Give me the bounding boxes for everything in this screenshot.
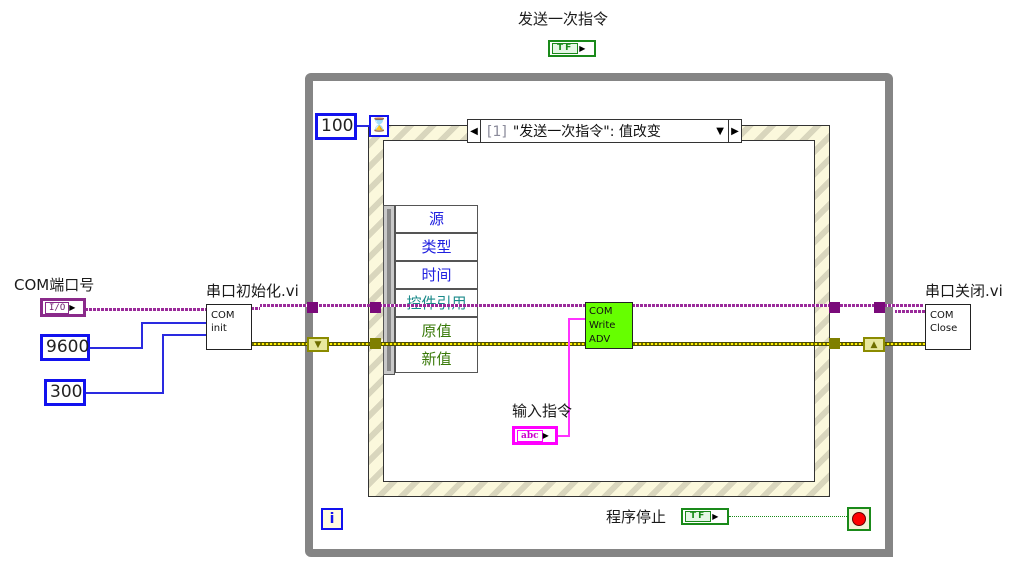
shift-register-left[interactable]: ▼ — [307, 337, 329, 352]
tf-indicator: TF — [552, 43, 579, 54]
event-tunnel-error-out — [829, 338, 840, 349]
event-tunnel-visa-in — [370, 302, 381, 313]
visa-wire — [86, 308, 206, 311]
shift-register-right[interactable]: ▲ — [863, 337, 885, 352]
com-port-control[interactable]: I/O ▶ — [40, 298, 86, 317]
input-command-control[interactable]: abc ▶ — [512, 426, 558, 445]
send-once-label: 发送一次指令 — [518, 10, 609, 28]
input-command-label: 输入指令 — [512, 402, 573, 420]
event-case-selector[interactable]: ◀ [1] "发送一次指令": 值改变 ▼ ▶ — [467, 119, 742, 143]
visa-wire — [895, 310, 925, 313]
iteration-terminal: i — [321, 508, 343, 530]
init-vi-label: 串口初始化.vi — [206, 282, 299, 300]
baud-wire — [90, 347, 142, 349]
timeout-constant[interactable]: 100 — [315, 113, 357, 140]
node-item-type[interactable]: 类型 — [395, 233, 478, 261]
node-item-ctlref[interactable]: 控件引用 — [395, 289, 478, 317]
baud-rate-constant[interactable]: 9600 — [40, 334, 90, 361]
loop-tunnel-visa-out — [874, 302, 885, 313]
close-vi-label: 串口关闭.vi — [925, 282, 1003, 300]
vi-line: init — [211, 323, 227, 334]
timeout-300-constant[interactable]: 300 — [44, 379, 86, 406]
case-index: [1] — [487, 124, 507, 140]
event-data-node: 源 类型 时间 控件引用 原值 新值 — [383, 205, 478, 375]
event-tunnel-error-in — [370, 338, 381, 349]
case-name: "发送一次指令": 值改变 — [512, 124, 661, 140]
case-label: [1] "发送一次指令": 值改变 — [481, 121, 716, 141]
send-once-boolean-control[interactable]: TF ▶ — [548, 40, 596, 57]
com-close-vi[interactable]: COM Close — [925, 304, 971, 350]
timeout-wire-300 — [86, 392, 163, 394]
vi-line: COM — [589, 306, 613, 317]
string-wire — [568, 318, 585, 320]
com-write-adv-vi[interactable]: COM Write ADV — [585, 302, 633, 349]
node-item-newval[interactable]: 新值 — [395, 345, 478, 373]
baud-wire-h — [141, 322, 206, 324]
event-tunnel-visa-out — [829, 302, 840, 313]
vi-line: COM — [211, 310, 235, 321]
node-item-oldval[interactable]: 原值 — [395, 317, 478, 345]
hourglass-icon: ⌛ — [369, 115, 389, 137]
prev-case-icon[interactable]: ◀ — [468, 120, 481, 142]
timeout-wire-h — [162, 334, 206, 336]
vi-line: Write — [589, 320, 616, 331]
string-indicator: abc — [517, 429, 543, 442]
dropdown-icon[interactable]: ▼ — [716, 126, 724, 137]
node-item-source[interactable]: 源 — [395, 205, 478, 233]
output-arrow-icon: ▶ — [542, 431, 549, 440]
timeout-wire-v — [162, 334, 164, 394]
stop-boolean-control[interactable]: TF ▶ — [681, 508, 729, 525]
visa-wire — [252, 307, 260, 310]
node-resize-bar[interactable] — [383, 205, 395, 375]
stop-sign-icon[interactable] — [847, 507, 871, 531]
vi-line: COM — [930, 310, 954, 321]
node-item-time[interactable]: 时间 — [395, 261, 478, 289]
vi-line: ADV — [589, 334, 611, 345]
com-init-vi[interactable]: COM init — [206, 304, 252, 350]
boolean-wire — [729, 516, 847, 517]
loop-tunnel-visa-in — [307, 302, 318, 313]
error-wire — [252, 342, 585, 346]
next-case-icon[interactable]: ▶ — [728, 120, 741, 142]
output-arrow-icon: ▶ — [69, 303, 76, 312]
vi-line: Close — [930, 323, 958, 334]
output-arrow-icon: ▶ — [712, 512, 719, 521]
baud-wire-v — [141, 322, 143, 349]
tf-indicator: TF — [685, 511, 712, 522]
com-port-label: COM端口号 — [14, 276, 95, 294]
stop-label: 程序停止 — [606, 508, 667, 526]
output-arrow-icon: ▶ — [579, 44, 586, 53]
io-indicator: I/O — [45, 301, 70, 314]
